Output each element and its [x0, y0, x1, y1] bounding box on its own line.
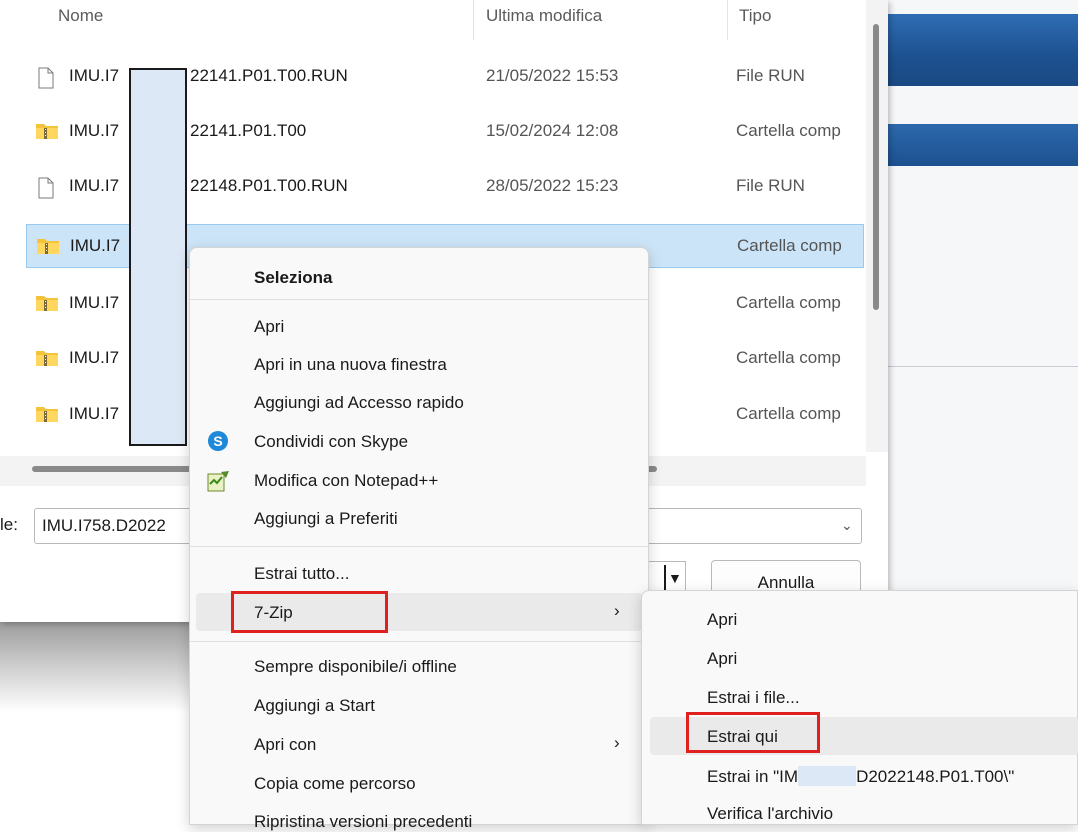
- menu-separator: [190, 299, 648, 300]
- zip-folder-icon: [35, 349, 58, 367]
- menu-item-always-offline[interactable]: Sempre disponibile/i offline: [254, 657, 457, 677]
- split-divider: [664, 565, 666, 591]
- menu-item-notepad[interactable]: Modifica con Notepad++: [254, 471, 438, 491]
- menu-item-open[interactable]: Apri: [254, 317, 284, 337]
- column-header-type[interactable]: Tipo: [739, 6, 771, 26]
- submenu-item-open[interactable]: Apri: [707, 649, 737, 669]
- file-date: 28/05/2022 15:23: [486, 176, 619, 195]
- file-type: Cartella comp: [736, 293, 841, 312]
- column-divider[interactable]: [727, 0, 728, 40]
- redaction-box: [129, 68, 187, 446]
- zip-folder-icon: [36, 237, 59, 255]
- red-highlight-box: [686, 712, 820, 753]
- skype-icon: S: [208, 431, 228, 451]
- file-type: File RUN: [736, 66, 805, 85]
- file-date: 15/02/2024 12:08: [486, 121, 619, 140]
- background-banner: [888, 124, 1078, 166]
- file-icon: [35, 67, 57, 89]
- file-name-tail: 22148.P01.T00.RUN: [190, 176, 348, 195]
- file-name-tail: 22141.P01.T00.RUN: [190, 66, 348, 85]
- column-header-name[interactable]: Nome: [58, 6, 103, 26]
- menu-item-add-start[interactable]: Aggiungi a Start: [254, 696, 375, 716]
- file-name: IMU.I7: [70, 236, 121, 255]
- menu-item-extract-all[interactable]: Estrai tutto...: [254, 564, 349, 584]
- zip-folder-icon: [35, 122, 58, 140]
- file-type: Cartella comp: [736, 404, 841, 423]
- file-name: IMU.I7: [69, 404, 120, 423]
- red-highlight-box: [231, 591, 388, 633]
- 7zip-submenu: Apri Apri Estrai i file... Estrai qui Es…: [641, 590, 1078, 825]
- zip-folder-icon: [35, 405, 58, 423]
- zip-folder-icon: [35, 294, 58, 312]
- filename-value[interactable]: IMU.I758.D2022: [42, 516, 166, 536]
- menu-separator: [190, 546, 648, 547]
- menu-item-open-new-window[interactable]: Apri in una nuova finestra: [254, 355, 447, 375]
- chevron-right-icon: ›: [614, 733, 620, 752]
- submenu-item-open[interactable]: Apri: [707, 610, 737, 630]
- notepad-plus-plus-icon: [207, 470, 231, 492]
- vertical-scrollbar-thumb[interactable]: [873, 24, 879, 310]
- column-header-modified[interactable]: Ultima modifica: [486, 6, 602, 26]
- chevron-down-icon[interactable]: ⌄: [841, 517, 853, 534]
- file-type: File RUN: [736, 176, 805, 195]
- menu-item-favorites[interactable]: Aggiungi a Preferiti: [254, 509, 398, 529]
- menu-item-quick-access[interactable]: Aggiungi ad Accesso rapido: [254, 393, 464, 413]
- context-menu: Seleziona Apri Apri in una nuova finestr…: [189, 247, 649, 831]
- menu-item-open-with[interactable]: Apri con: [254, 735, 316, 755]
- file-name: IMU.I7: [69, 348, 120, 367]
- menu-separator: [190, 641, 648, 642]
- chevron-right-icon: ›: [614, 601, 620, 620]
- column-divider[interactable]: [473, 0, 474, 40]
- file-name-tail: 22141.P01.T00: [190, 121, 307, 140]
- filename-label: le:: [0, 515, 18, 534]
- divider: [888, 366, 1078, 367]
- file-type: Cartella comp: [737, 236, 842, 255]
- background-banner: [888, 14, 1078, 86]
- submenu-item-extract-files[interactable]: Estrai i file...: [707, 688, 800, 708]
- redaction-box: [798, 766, 857, 786]
- file-name: IMU.I7: [69, 293, 120, 312]
- menu-item-copy-path[interactable]: Copia come percorso: [254, 774, 416, 794]
- menu-item-restore-versions[interactable]: Ripristina versioni precedenti: [254, 812, 472, 832]
- submenu-item-test-archive[interactable]: Verifica l'archivio: [707, 804, 833, 824]
- file-date: 21/05/2022 15:53: [486, 66, 619, 85]
- file-type: Cartella comp: [736, 121, 841, 140]
- svg-text:S: S: [213, 433, 222, 449]
- menu-item-share-skype[interactable]: Condividi con Skype: [254, 432, 408, 452]
- submenu-item-extract-to[interactable]: Estrai in "IM D2022148.P01.T00\": [707, 766, 1014, 787]
- file-name: IMU.I7: [69, 176, 120, 195]
- triangle-down-icon[interactable]: ▼: [668, 570, 682, 586]
- file-icon: [35, 177, 57, 199]
- file-name: IMU.I7: [69, 66, 120, 85]
- file-type: Cartella comp: [736, 348, 841, 367]
- background-window: [888, 0, 1078, 590]
- menu-header-select[interactable]: Seleziona: [254, 268, 332, 288]
- file-name: IMU.I7: [69, 121, 120, 140]
